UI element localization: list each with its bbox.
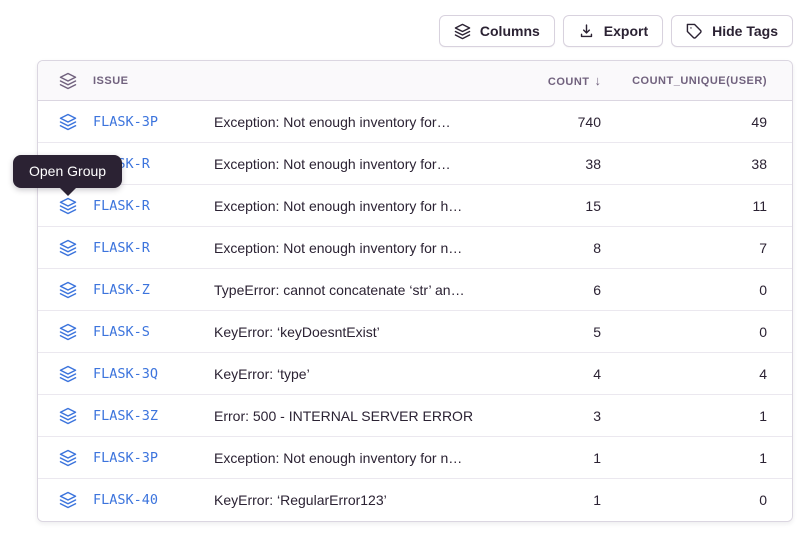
export-button[interactable]: Export <box>563 15 663 47</box>
count-value: 3 <box>491 408 601 424</box>
count-value: 15 <box>491 198 601 214</box>
table-row[interactable]: FLASK-3Z Error: 500 - INTERNAL SERVER ER… <box>38 395 792 437</box>
stack-icon <box>59 72 77 90</box>
count-value: 8 <box>491 240 601 256</box>
table-row[interactable]: FLASK-3P Exception: Not enough inventory… <box>38 101 792 143</box>
issue-message: Exception: Not enough inventory for n… <box>214 450 491 466</box>
issue-link[interactable]: FLASK-3Z <box>93 408 158 424</box>
issue-link[interactable]: FLASK-R <box>93 198 150 214</box>
column-header-count[interactable]: COUNT↓ <box>491 73 601 88</box>
hide-tags-button-label: Hide Tags <box>712 23 778 39</box>
issue-link[interactable]: FLASK-R <box>93 240 150 256</box>
count-value: 1 <box>491 492 601 508</box>
issue-cell: FLASK-3Z <box>38 407 214 425</box>
open-group-stack-icon[interactable] <box>59 491 77 509</box>
count-unique-value: 4 <box>601 366 767 382</box>
open-group-stack-icon[interactable] <box>59 239 77 257</box>
issue-link[interactable]: FLASK-Z <box>93 282 150 298</box>
count-unique-value: 1 <box>601 450 767 466</box>
count-unique-value: 1 <box>601 408 767 424</box>
issue-cell: FLASK-R <box>38 239 214 257</box>
issue-message: KeyError: ‘keyDoesntExist’ <box>214 324 491 340</box>
open-group-stack-icon[interactable] <box>59 365 77 383</box>
issue-cell: FLASK-3P <box>38 449 214 467</box>
issue-cell: FLASK-40 <box>38 491 214 509</box>
issue-link[interactable]: FLASK-3P <box>93 450 158 466</box>
issue-message: Exception: Not enough inventory for n… <box>214 240 491 256</box>
count-unique-value: 0 <box>601 492 767 508</box>
issue-message: Error: 500 - INTERNAL SERVER ERROR <box>214 408 491 424</box>
issue-message: KeyError: ‘type’ <box>214 366 491 382</box>
count-value: 1 <box>491 450 601 466</box>
table-row[interactable]: FLASK-R Exception: Not enough inventory … <box>38 143 792 185</box>
open-group-stack-icon[interactable] <box>59 407 77 425</box>
open-group-tooltip-label: Open Group <box>29 163 106 179</box>
download-icon <box>578 23 595 40</box>
count-value: 740 <box>491 114 601 130</box>
hide-tags-button[interactable]: Hide Tags <box>671 15 793 47</box>
count-unique-column-label[interactable]: COUNT_UNIQUE(USER) <box>632 75 767 87</box>
results-table: ISSUE COUNT↓ COUNT_UNIQUE(USER) FLASK-3P… <box>37 60 793 522</box>
toolbar: Columns Export Hide Tags <box>439 15 793 47</box>
table-body: FLASK-3P Exception: Not enough inventory… <box>38 101 792 521</box>
count-unique-value: 49 <box>601 114 767 130</box>
count-unique-value: 0 <box>601 282 767 298</box>
issue-message: TypeError: cannot concatenate ‘str’ an… <box>214 282 491 298</box>
open-group-stack-icon[interactable] <box>59 323 77 341</box>
issue-message: Exception: Not enough inventory for… <box>214 114 491 130</box>
count-value: 38 <box>491 156 601 172</box>
column-header-count-unique[interactable]: COUNT_UNIQUE(USER) <box>601 75 767 87</box>
issue-cell: FLASK-S <box>38 323 214 341</box>
issue-message: Exception: Not enough inventory for… <box>214 156 491 172</box>
count-unique-value: 0 <box>601 324 767 340</box>
open-group-stack-icon[interactable] <box>59 113 77 131</box>
issue-link[interactable]: FLASK-S <box>93 324 150 340</box>
table-row[interactable]: FLASK-Z TypeError: cannot concatenate ‘s… <box>38 269 792 311</box>
table-row[interactable]: FLASK-S KeyError: ‘keyDoesntExist’ 5 0 <box>38 311 792 353</box>
count-unique-value: 7 <box>601 240 767 256</box>
issue-column-label[interactable]: ISSUE <box>93 75 129 87</box>
table-row[interactable]: FLASK-40 KeyError: ‘RegularError123’ 1 0 <box>38 479 792 521</box>
count-value: 4 <box>491 366 601 382</box>
column-header-issue: ISSUE <box>38 72 214 90</box>
issue-message: KeyError: ‘RegularError123’ <box>214 492 491 508</box>
issue-message: Exception: Not enough inventory for h… <box>214 198 491 214</box>
table-header-row: ISSUE COUNT↓ COUNT_UNIQUE(USER) <box>38 61 792 101</box>
count-value: 6 <box>491 282 601 298</box>
issue-cell: FLASK-3P <box>38 113 214 131</box>
open-group-stack-icon[interactable] <box>59 449 77 467</box>
count-unique-value: 11 <box>601 198 767 214</box>
layers-icon <box>454 23 471 40</box>
table-row[interactable]: FLASK-R Exception: Not enough inventory … <box>38 227 792 269</box>
issue-link[interactable]: FLASK-3P <box>93 114 158 130</box>
issue-cell: FLASK-R <box>38 197 214 215</box>
issue-cell: FLASK-Z <box>38 281 214 299</box>
count-column-label[interactable]: COUNT <box>548 76 590 88</box>
open-group-stack-icon[interactable] <box>59 281 77 299</box>
table-row[interactable]: FLASK-R Exception: Not enough inventory … <box>38 185 792 227</box>
issue-cell: FLASK-3Q <box>38 365 214 383</box>
tag-icon <box>686 23 703 40</box>
count-value: 5 <box>491 324 601 340</box>
columns-button[interactable]: Columns <box>439 15 555 47</box>
open-group-tooltip: Open Group <box>13 155 122 188</box>
issue-link[interactable]: FLASK-40 <box>93 492 158 508</box>
count-unique-value: 38 <box>601 156 767 172</box>
tooltip-caret <box>60 188 76 196</box>
issue-link[interactable]: FLASK-3Q <box>93 366 158 382</box>
table-row[interactable]: FLASK-3Q KeyError: ‘type’ 4 4 <box>38 353 792 395</box>
table-row[interactable]: FLASK-3P Exception: Not enough inventory… <box>38 437 792 479</box>
open-group-stack-icon[interactable] <box>59 197 77 215</box>
export-button-label: Export <box>604 23 648 39</box>
columns-button-label: Columns <box>480 23 540 39</box>
